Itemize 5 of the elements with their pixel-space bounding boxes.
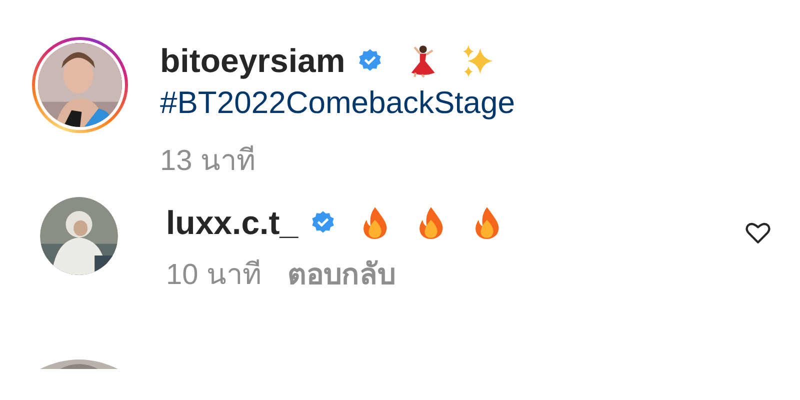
comment-time: 13 นาที xyxy=(160,144,256,179)
comment-time: 10 นาที xyxy=(166,258,262,293)
hashtag-link[interactable]: #BT2022ComebackStage xyxy=(160,83,772,123)
username[interactable]: bitoeyrsiam xyxy=(160,42,346,80)
username[interactable]: luxx.c.t_ xyxy=(166,204,298,242)
